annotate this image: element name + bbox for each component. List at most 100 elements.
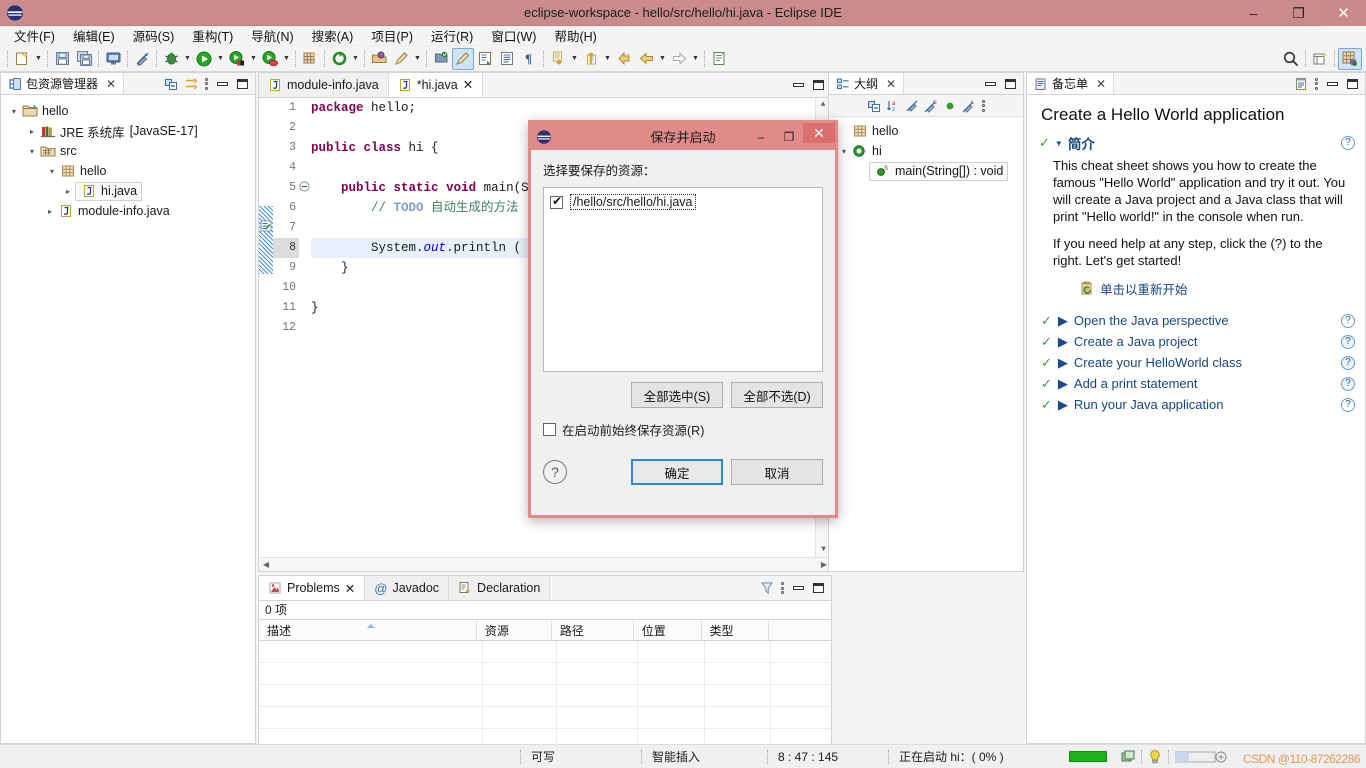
outline-item-method-main[interactable]: S main(String[]) : void bbox=[829, 161, 1023, 181]
window-restore-button[interactable]: ❐ bbox=[1276, 0, 1321, 26]
always-save-row[interactable]: 在启动前始终保存资源(R) bbox=[543, 420, 823, 439]
tree-item-hi-java[interactable]: ▸ hi.java bbox=[1, 181, 255, 201]
refresh-icon[interactable] bbox=[328, 48, 350, 70]
last-edit-location-icon[interactable] bbox=[613, 48, 635, 70]
previous-annotation-dropdown-icon[interactable]: ▼ bbox=[602, 48, 613, 70]
tab-problems[interactable]: Problems ✕ bbox=[259, 576, 366, 600]
hide-static-icon[interactable]: S bbox=[922, 97, 939, 114]
toggle-mark-occurrences-icon[interactable] bbox=[131, 48, 153, 70]
show-annotations-icon[interactable] bbox=[496, 48, 518, 70]
menu-edit[interactable]: 编辑(E) bbox=[65, 24, 123, 47]
tree-item-module-info-java[interactable]: ▸ module-info.java bbox=[1, 201, 255, 221]
cheatsheet-step-create-helloworld-class[interactable]: ✓ ▶ Create your HelloWorld class ? bbox=[1039, 352, 1355, 373]
coverage-icon[interactable] bbox=[259, 48, 281, 70]
help-icon[interactable]: ? bbox=[1341, 376, 1355, 391]
menu-project[interactable]: 项目(P) bbox=[363, 24, 421, 47]
toggle-block-selection-icon[interactable] bbox=[452, 47, 474, 70]
menu-run[interactable]: 运行(R) bbox=[423, 24, 481, 47]
cancel-button[interactable]: 取消 bbox=[731, 459, 823, 485]
list-item[interactable]: /hello/src/hello/hi.java bbox=[550, 194, 816, 210]
view-menu-icon[interactable] bbox=[202, 75, 211, 92]
new-wizard-icon[interactable] bbox=[11, 48, 33, 70]
previous-annotation-icon[interactable] bbox=[580, 48, 602, 70]
cheatsheet-step-create-java-project[interactable]: ✓ ▶ Create a Java project ? bbox=[1039, 331, 1355, 352]
run-last-tool-dropdown-icon[interactable]: ▼ bbox=[248, 48, 259, 70]
window-close-button[interactable]: ✕ bbox=[1321, 0, 1366, 26]
show-whitespace-icon[interactable] bbox=[474, 48, 496, 70]
close-icon[interactable]: ✕ bbox=[463, 77, 473, 92]
view-menu-icon[interactable] bbox=[1312, 75, 1321, 92]
twisty-icon[interactable]: ▾ bbox=[45, 164, 59, 178]
collapse-all-icon[interactable] bbox=[865, 97, 882, 114]
cheatsheet-menu-icon[interactable] bbox=[1292, 75, 1309, 92]
cheatsheet-step-open-java-perspective[interactable]: ✓ ▶ Open the Java perspective ? bbox=[1039, 310, 1355, 331]
maximize-icon[interactable] bbox=[1002, 75, 1019, 92]
table-row[interactable] bbox=[259, 707, 831, 729]
twisty-icon[interactable]: ▸ bbox=[43, 204, 57, 218]
java-perspective-icon[interactable] bbox=[1338, 48, 1362, 70]
dialog-minimize-button[interactable]: – bbox=[747, 123, 775, 150]
pilcrow-icon[interactable]: ¶ bbox=[518, 48, 540, 70]
minimize-icon[interactable] bbox=[790, 77, 807, 94]
tree-item-src-folder[interactable]: ▾ src bbox=[1, 141, 255, 161]
resource-checkbox[interactable] bbox=[550, 194, 563, 209]
editor-tab-module-info[interactable]: module-info.java bbox=[259, 73, 389, 97]
help-icon[interactable]: ? bbox=[1341, 313, 1355, 328]
filter-icon[interactable] bbox=[758, 580, 775, 597]
new-wizard-dropdown-icon[interactable]: ▼ bbox=[33, 48, 44, 70]
maximize-icon[interactable] bbox=[810, 77, 827, 94]
cheatsheet-step-run-java-application[interactable]: ✓ ▶ Run your Java application ? bbox=[1039, 394, 1355, 415]
menu-source[interactable]: 源码(S) bbox=[125, 24, 183, 47]
todo-task-marker-icon[interactable] bbox=[260, 220, 272, 232]
editor-horizontal-scrollbar[interactable]: ◀ ▶ bbox=[259, 557, 831, 571]
menu-navigate[interactable]: 导航(N) bbox=[243, 24, 301, 47]
close-icon[interactable]: ✕ bbox=[345, 581, 355, 596]
save-icon[interactable] bbox=[51, 48, 73, 70]
open-perspective-icon[interactable] bbox=[1309, 48, 1331, 70]
menu-help[interactable]: 帮助(H) bbox=[546, 24, 604, 47]
deselect-all-button[interactable]: 全部不选(D) bbox=[731, 382, 823, 408]
cheatsheet-step-add-print-statement[interactable]: ✓ ▶ Add a print statement ? bbox=[1039, 373, 1355, 394]
cheatsheet-section-intro[interactable]: ✓ ▼ 简介 ? bbox=[1039, 133, 1355, 153]
new-untitled-text-file-icon[interactable] bbox=[708, 48, 730, 70]
fold-collapse-icon[interactable] bbox=[299, 181, 310, 192]
select-all-button[interactable]: 全部选中(S) bbox=[631, 382, 723, 408]
sort-icon[interactable]: az bbox=[884, 97, 901, 114]
column-header-type[interactable]: 类型 bbox=[702, 620, 770, 640]
tree-item-hello-project[interactable]: ▾ hello bbox=[1, 101, 255, 121]
outline-item-class-hi[interactable]: ▾ hi bbox=[829, 141, 1023, 161]
next-annotation-dropdown-icon[interactable]: ▼ bbox=[569, 48, 580, 70]
tree-item-selection[interactable]: hi.java bbox=[75, 181, 143, 201]
chevron-right-icon[interactable]: ▶ bbox=[1058, 313, 1068, 329]
menu-file[interactable]: 文件(F) bbox=[6, 24, 63, 47]
run-last-tool-icon[interactable] bbox=[226, 48, 248, 70]
view-menu-icon[interactable] bbox=[778, 580, 787, 597]
tree-item-jre-library[interactable]: ▸ JRE 系统库 [JavaSE-17] bbox=[1, 121, 255, 141]
help-icon[interactable]: ? bbox=[1341, 397, 1355, 412]
view-menu-icon[interactable] bbox=[979, 97, 988, 114]
tab-package-explorer[interactable]: 包资源管理器 ✕ bbox=[1, 73, 125, 94]
search-icon[interactable] bbox=[1280, 48, 1302, 70]
maximize-icon[interactable] bbox=[1344, 75, 1361, 92]
run-dropdown-icon[interactable]: ▼ bbox=[215, 48, 226, 70]
save-all-icon[interactable] bbox=[73, 48, 95, 70]
outline-item-package-hello[interactable]: hello bbox=[829, 121, 1023, 141]
dialog-maximize-button[interactable]: ❐ bbox=[775, 123, 803, 150]
open-jobs-icon[interactable] bbox=[1117, 745, 1141, 768]
back-dropdown-icon[interactable]: ▼ bbox=[657, 48, 668, 70]
back-icon[interactable] bbox=[635, 48, 657, 70]
open-type-icon[interactable] bbox=[368, 48, 390, 70]
chevron-right-icon[interactable]: ▶ bbox=[1058, 397, 1068, 413]
maximize-icon[interactable] bbox=[234, 75, 251, 92]
help-icon[interactable]: ? bbox=[1341, 334, 1355, 349]
table-row[interactable] bbox=[259, 641, 831, 663]
outline-item-selection[interactable]: S main(String[]) : void bbox=[869, 161, 1009, 181]
window-minimize-button[interactable]: – bbox=[1231, 0, 1276, 26]
open-console-icon[interactable] bbox=[102, 48, 124, 70]
scroll-left-arrow-icon[interactable]: ◀ bbox=[259, 560, 273, 570]
folding-column[interactable] bbox=[299, 98, 311, 557]
new-java-package-icon[interactable] bbox=[430, 48, 452, 70]
twisty-icon[interactable]: ▾ bbox=[7, 104, 21, 118]
help-icon[interactable]: ? bbox=[543, 460, 567, 484]
coverage-dropdown-icon[interactable]: ▼ bbox=[281, 48, 292, 70]
